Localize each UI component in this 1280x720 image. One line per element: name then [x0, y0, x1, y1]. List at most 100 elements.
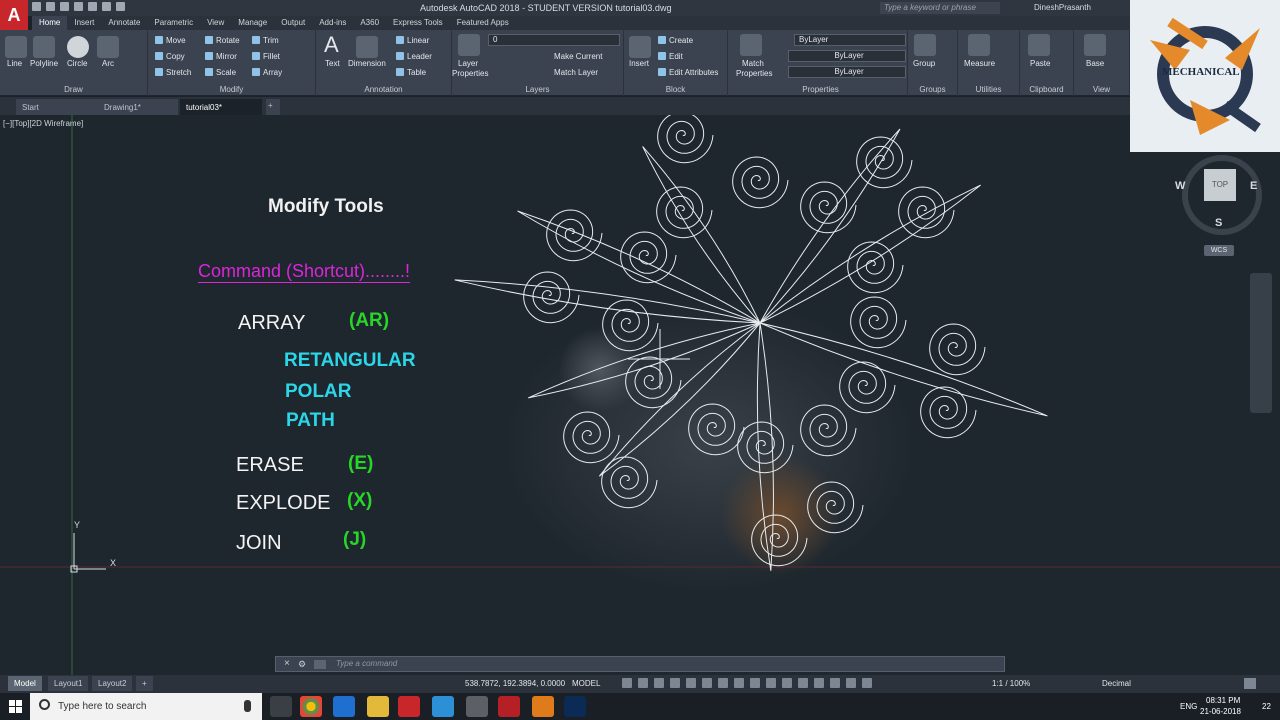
group-button[interactable]: Group [913, 59, 935, 68]
circle-button[interactable]: Circle [67, 59, 87, 68]
snap-icon[interactable] [638, 678, 648, 688]
viewcube-top-face[interactable]: TOP [1204, 169, 1236, 201]
tab-insert[interactable]: Insert [67, 16, 101, 30]
app-icon[interactable] [466, 696, 488, 717]
paste-icon[interactable] [1028, 34, 1050, 56]
taskbar-search-input[interactable]: Type here to search [58, 701, 146, 712]
app-icon[interactable] [432, 696, 454, 717]
tab-layout1[interactable]: Layout1 [48, 676, 89, 691]
dynamic-ucs-icon[interactable] [798, 678, 808, 688]
object-snap-tracking-icon[interactable] [702, 678, 712, 688]
photoshop-icon[interactable] [564, 696, 586, 717]
tab-view[interactable]: View [200, 16, 231, 30]
start-button[interactable] [0, 693, 30, 720]
make-current-button[interactable]: Make Current [554, 52, 602, 61]
close-icon[interactable]: × [284, 658, 290, 669]
match-layer-button[interactable]: Match Layer [554, 68, 598, 77]
tab-start[interactable]: Start [16, 99, 100, 115]
annotation-panel-title[interactable]: Annotation [316, 85, 451, 94]
layer-properties-button[interactable]: Layer [458, 59, 478, 68]
groups-panel-title[interactable]: Groups [908, 85, 957, 94]
measure-icon[interactable] [968, 34, 990, 56]
gizmo-icon[interactable] [830, 678, 840, 688]
leader-button[interactable]: Leader [396, 52, 432, 61]
array-button[interactable]: Array [252, 68, 282, 77]
ortho-icon[interactable] [654, 678, 664, 688]
tab-add-ins[interactable]: Add-ins [312, 16, 353, 30]
command-line[interactable]: × ⚙ Type a command [275, 656, 1005, 672]
user-account[interactable]: DineshPrasanth [1034, 3, 1091, 12]
viewcube-west[interactable]: W [1175, 180, 1185, 192]
dimension-button[interactable]: Dimension [348, 59, 386, 68]
text-icon[interactable]: A [324, 32, 339, 58]
rotate-button[interactable]: Rotate [205, 36, 240, 45]
edge-icon[interactable] [333, 696, 355, 717]
autoscale-icon[interactable] [862, 678, 872, 688]
selection-filter-icon[interactable] [814, 678, 824, 688]
layers-panel-title[interactable]: Layers [452, 85, 623, 94]
save-as-icon[interactable] [74, 2, 83, 11]
autocad-icon[interactable] [398, 696, 420, 717]
notification-count[interactable]: 22 [1262, 702, 1271, 711]
scale-button[interactable]: Scale [205, 68, 236, 77]
command-input[interactable]: Type a command [336, 659, 397, 668]
redo-icon[interactable] [116, 2, 125, 11]
layer-properties-label[interactable]: Properties [452, 69, 488, 78]
solidworks-icon[interactable] [498, 696, 520, 717]
add-layout-icon[interactable]: + [136, 676, 153, 691]
undo-icon[interactable] [102, 2, 111, 11]
transparency-icon[interactable] [750, 678, 760, 688]
tab-drawing1[interactable]: Drawing1* [98, 99, 178, 115]
grid-icon[interactable] [622, 678, 632, 688]
tab-annotate[interactable]: Annotate [101, 16, 147, 30]
tab-featured-apps[interactable]: Featured Apps [450, 16, 516, 30]
task-view-icon[interactable] [270, 696, 292, 717]
object-snap-icon[interactable] [718, 678, 728, 688]
draw-panel-title[interactable]: Draw [0, 85, 147, 94]
tab-a360[interactable]: A360 [353, 16, 386, 30]
customization-icon[interactable] [1244, 678, 1256, 689]
help-search-input[interactable]: Type a keyword or phrase [880, 2, 1000, 14]
selection-cycling-icon[interactable] [766, 678, 776, 688]
language-indicator[interactable]: ENG [1180, 702, 1197, 711]
recent-commands-icon[interactable] [314, 660, 326, 669]
insert-icon[interactable] [629, 36, 651, 58]
edit-block-button[interactable]: Edit [658, 52, 683, 61]
viewcube-south[interactable]: S [1215, 217, 1222, 229]
arc-button[interactable]: Arc [102, 59, 114, 68]
polyline-icon[interactable] [33, 36, 55, 58]
application-menu-button[interactable]: A [0, 0, 28, 30]
polyline-button[interactable]: Polyline [30, 59, 58, 68]
utilities-panel-title[interactable]: Utilities [958, 85, 1019, 94]
layer-dropdown[interactable]: 0 [488, 34, 620, 46]
tab-model[interactable]: Model [8, 676, 42, 691]
file-explorer-icon[interactable] [367, 696, 389, 717]
tab-output[interactable]: Output [274, 16, 312, 30]
fillet-button[interactable]: Fillet [252, 52, 280, 61]
match-properties-button[interactable]: Match [742, 59, 764, 68]
new-tab-icon[interactable]: + [266, 99, 280, 115]
taskbar-search[interactable]: Type here to search [30, 693, 262, 720]
3d-osnap-icon[interactable] [782, 678, 792, 688]
units-dropdown[interactable]: Decimal [1102, 679, 1131, 688]
table-button[interactable]: Table [396, 68, 426, 77]
copy-button[interactable]: Copy [155, 52, 185, 61]
model-space-toggle[interactable]: MODEL [572, 679, 600, 688]
open-icon[interactable] [46, 2, 55, 11]
lineweight-icon[interactable] [734, 678, 744, 688]
quick-access-toolbar[interactable] [32, 2, 125, 11]
line-icon[interactable] [5, 36, 27, 58]
save-icon[interactable] [60, 2, 69, 11]
measure-button[interactable]: Measure [964, 59, 995, 68]
tab-express-tools[interactable]: Express Tools [386, 16, 450, 30]
clock-time[interactable]: 08:31 PM [1206, 696, 1240, 705]
modify-panel-title[interactable]: Modify [148, 85, 315, 94]
wrench-icon[interactable]: ⚙ [298, 659, 306, 670]
text-button[interactable]: Text [325, 59, 340, 68]
arc-icon[interactable] [97, 36, 119, 58]
tab-layout2[interactable]: Layout2 [92, 676, 133, 691]
insert-button[interactable]: Insert [629, 59, 649, 68]
tab-manage[interactable]: Manage [231, 16, 274, 30]
move-button[interactable]: Move [155, 36, 186, 45]
line-button[interactable]: Line [7, 59, 22, 68]
